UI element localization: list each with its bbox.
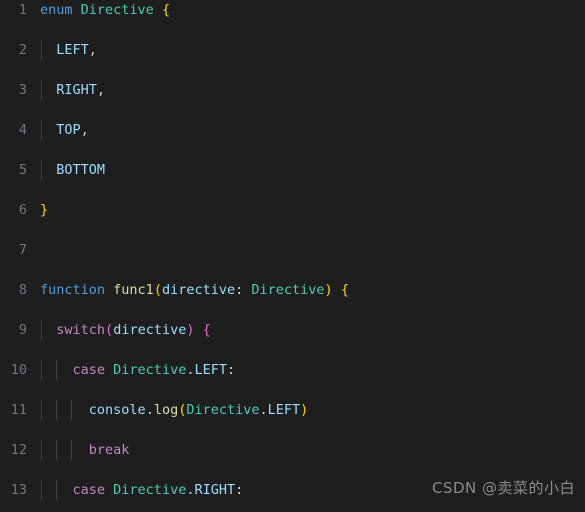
- line-content: case Directive.LEFT:: [72, 362, 236, 378]
- line-number: 3: [18, 82, 27, 98]
- line-number: 4: [18, 122, 27, 138]
- line-number: 1: [18, 2, 27, 18]
- code-line[interactable]: 5 BOTTOM: [0, 160, 585, 180]
- code-line[interactable]: 1 enum Directive {: [0, 0, 585, 20]
- line-number: 12: [10, 442, 27, 458]
- code-line[interactable]: 6 }: [0, 200, 585, 220]
- line-content: function func1(directive: Directive) {: [40, 282, 349, 298]
- code-line[interactable]: 10 case Directive.LEFT:: [0, 360, 585, 380]
- line-content: switch(directive) {: [56, 322, 211, 338]
- line-number: 2: [18, 42, 27, 58]
- line-content: }: [40, 202, 49, 218]
- code-line[interactable]: 2 LEFT,: [0, 40, 585, 60]
- line-content: TOP,: [56, 122, 89, 138]
- line-number: 7: [18, 242, 27, 258]
- line-content: LEFT,: [56, 42, 97, 58]
- code-line[interactable]: 12 break: [0, 440, 585, 460]
- line-content: case Directive.RIGHT:: [72, 482, 244, 498]
- line-content: enum Directive {: [40, 2, 171, 18]
- line-number: 6: [18, 202, 27, 218]
- code-line[interactable]: 8 function func1(directive: Directive) {: [0, 280, 585, 300]
- line-number: 8: [18, 282, 27, 298]
- code-line[interactable]: 7: [0, 240, 585, 260]
- line-content: console.log(Directive.LEFT): [88, 402, 309, 418]
- line-content: RIGHT,: [56, 82, 106, 98]
- code-line[interactable]: 9 switch(directive) {: [0, 320, 585, 340]
- line-number: 11: [10, 402, 27, 418]
- line-number: 13: [10, 482, 27, 498]
- code-editor[interactable]: 1 enum Directive { 2 LEFT, 3 RIGHT, 4 TO…: [0, 0, 585, 512]
- line-number: 9: [18, 322, 27, 338]
- line-content: BOTTOM: [56, 162, 106, 178]
- code-lines-container[interactable]: 1 enum Directive { 2 LEFT, 3 RIGHT, 4 TO…: [0, 0, 585, 512]
- code-line[interactable]: 11 console.log(Directive.LEFT): [0, 400, 585, 420]
- line-number: 5: [18, 162, 27, 178]
- code-line[interactable]: 4 TOP,: [0, 120, 585, 140]
- code-line[interactable]: 13 case Directive.RIGHT:: [0, 480, 585, 500]
- line-number: 10: [10, 362, 27, 378]
- code-line[interactable]: 3 RIGHT,: [0, 80, 585, 100]
- line-content: break: [88, 442, 130, 458]
